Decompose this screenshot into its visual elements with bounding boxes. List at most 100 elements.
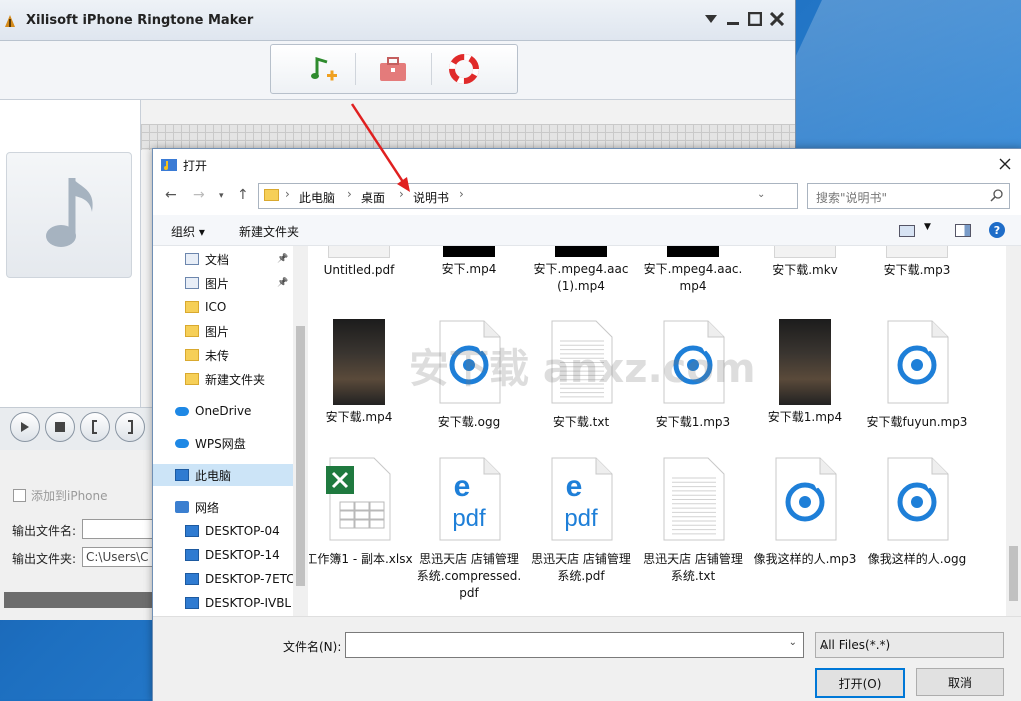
file-name: 安下载.mp3 bbox=[883, 263, 951, 277]
set-start-button[interactable] bbox=[80, 412, 110, 442]
nav-item[interactable]: OneDrive bbox=[153, 400, 293, 422]
help-button[interactable] bbox=[444, 51, 484, 87]
pin-icon[interactable]: 📌 bbox=[277, 278, 288, 288]
svg-text:pdf: pdf bbox=[452, 505, 486, 532]
file-item[interactable]: 安下载.mp4 bbox=[309, 319, 414, 426]
folder-icon bbox=[185, 301, 199, 313]
nav-item[interactable]: 未传 bbox=[153, 344, 293, 366]
nav-item-label: DESKTOP-IVBL bbox=[205, 596, 292, 610]
breadcrumb-item[interactable]: 说明书 bbox=[413, 189, 449, 206]
file-item[interactable]: 安下.mpeg4.aac.mp4 bbox=[638, 246, 748, 295]
nav-item[interactable]: 新建文件夹 bbox=[153, 368, 293, 390]
nav-item[interactable]: WPS网盘 bbox=[153, 432, 293, 454]
play-button[interactable] bbox=[10, 412, 40, 442]
nav-item-label: DESKTOP-04 bbox=[205, 524, 280, 538]
file-item[interactable]: e pdf 思迅天店 店铺管理系统.pdf bbox=[526, 456, 636, 585]
nav-item-label: WPS网盘 bbox=[195, 436, 246, 451]
nav-item[interactable]: DESKTOP-IVBL bbox=[153, 592, 293, 614]
file-thumbnail-icon bbox=[750, 246, 860, 258]
recent-locations-icon[interactable]: ▾ bbox=[219, 191, 224, 201]
file-item[interactable]: 像我这样的人.ogg bbox=[862, 456, 972, 568]
document-icon bbox=[185, 253, 199, 265]
search-box[interactable]: 搜索"说明书" bbox=[807, 183, 1010, 209]
nav-item-label: 网络 bbox=[195, 500, 220, 515]
file-thumbnail-icon bbox=[526, 319, 636, 410]
file-item[interactable]: 安下.mp4 bbox=[414, 246, 524, 278]
conversion-progress-bar bbox=[4, 592, 152, 608]
file-type-select[interactable]: All Files(*.*) ⌄ bbox=[815, 632, 1004, 658]
add-to-iphone-checkbox[interactable] bbox=[13, 489, 26, 502]
nav-item[interactable]: 图片 bbox=[153, 320, 293, 342]
nav-item[interactable]: 图片 📌 bbox=[153, 272, 293, 294]
output-folder-input[interactable]: C:\Users\C bbox=[82, 547, 154, 567]
cloud-icon bbox=[175, 438, 189, 448]
file-item[interactable]: 安下载.ogg bbox=[414, 319, 524, 431]
file-item[interactable]: 安下载.txt bbox=[526, 319, 636, 431]
up-arrow-icon[interactable]: ↑ bbox=[237, 187, 249, 203]
nav-item[interactable]: DESKTOP-04 bbox=[153, 520, 293, 542]
file-item[interactable]: 安下载1.mp3 bbox=[638, 319, 748, 431]
file-thumbnail-icon bbox=[414, 319, 524, 410]
dialog-app-icon bbox=[161, 159, 177, 171]
organize-button[interactable]: 组织 ▾ bbox=[171, 223, 205, 240]
back-arrow-icon[interactable]: ← bbox=[165, 187, 177, 203]
navigation-scrollbar[interactable] bbox=[293, 246, 308, 616]
pin-icon[interactable]: 📌 bbox=[277, 254, 288, 264]
dialog-close-button[interactable] bbox=[994, 153, 1016, 175]
address-dropdown-icon[interactable]: ⌄ bbox=[757, 189, 765, 200]
nav-item[interactable]: 文档 📌 bbox=[153, 248, 293, 270]
file-item[interactable]: 安下载fuyun.mp3 bbox=[862, 319, 972, 431]
add-file-button[interactable] bbox=[303, 51, 343, 87]
file-item[interactable]: 思迅天店 店铺管理系统.txt bbox=[638, 456, 748, 585]
address-bar[interactable]: › 此电脑 › 桌面 › 说明书 › ⌄ ↻ bbox=[258, 183, 896, 209]
view-dropdown-icon[interactable]: ▼ bbox=[924, 222, 931, 232]
file-item[interactable]: 安下载.mp3 bbox=[862, 246, 972, 279]
stop-button[interactable] bbox=[45, 412, 75, 442]
minimize-button[interactable] bbox=[722, 8, 744, 30]
file-item[interactable]: 工作簿1 - 副本.xlsx bbox=[309, 456, 414, 568]
dialog-titlebar[interactable]: 打开 bbox=[153, 149, 1021, 179]
file-item[interactable]: 安下载.mkv bbox=[750, 246, 860, 279]
file-item[interactable]: 像我这样的人.mp3 bbox=[750, 456, 860, 568]
close-button[interactable] bbox=[766, 8, 788, 30]
set-end-button[interactable] bbox=[115, 412, 145, 442]
dialog-title: 打开 bbox=[183, 159, 208, 173]
open-button[interactable]: 打开(O) bbox=[815, 668, 905, 698]
nav-item[interactable]: DESKTOP-7ETC bbox=[153, 568, 295, 590]
nav-item-label: 未传 bbox=[205, 348, 230, 363]
file-item[interactable]: 安下.mpeg4.aac(1).mp4 bbox=[526, 246, 636, 295]
file-item[interactable]: e pdf 思迅天店 店铺管理系统.compressed.pdf bbox=[414, 456, 524, 602]
file-thumbnail-icon bbox=[750, 456, 860, 547]
breadcrumb-item[interactable]: 桌面 bbox=[361, 189, 385, 206]
toolbox-button[interactable] bbox=[373, 51, 413, 87]
preview-pane-icon[interactable] bbox=[955, 224, 971, 237]
help-icon[interactable]: ? bbox=[989, 222, 1005, 238]
breadcrumb-item[interactable]: 此电脑 bbox=[299, 189, 335, 206]
output-name-input[interactable] bbox=[82, 519, 154, 539]
svg-text:e: e bbox=[566, 470, 583, 503]
new-folder-button[interactable]: 新建文件夹 bbox=[239, 223, 299, 240]
file-item[interactable]: Untitled.pdf bbox=[309, 246, 414, 279]
forward-arrow-icon[interactable]: → bbox=[193, 187, 205, 203]
file-thumbnail-icon: e pdf bbox=[414, 456, 524, 547]
dialog-footer: 文件名(N): ⌄ All Files(*.*) ⌄ 打开(O) 取消 bbox=[153, 616, 1021, 701]
maximize-button[interactable] bbox=[744, 8, 766, 30]
file-name: 安下载.mkv bbox=[772, 263, 838, 277]
nav-item[interactable]: 此电脑 bbox=[153, 464, 293, 486]
nav-item[interactable]: DESKTOP-14 bbox=[153, 544, 293, 566]
file-item[interactable]: 安下载1.mp4 bbox=[750, 319, 860, 426]
nav-item-label: DESKTOP-7ETC bbox=[205, 572, 295, 586]
app-titlebar[interactable]: Xilisoft iPhone Ringtone Maker bbox=[0, 0, 795, 41]
nav-item[interactable]: 网络 bbox=[153, 496, 293, 518]
file-name: 安下载.mp4 bbox=[325, 410, 393, 424]
cancel-button[interactable]: 取消 bbox=[916, 668, 1004, 696]
view-options-icon[interactable] bbox=[899, 225, 915, 237]
navigation-pane: 文档 📌 图片 📌 ICO 图片未传新建文件夹 OneDrive WPS网盘此电脑网络 DESK… bbox=[153, 246, 307, 616]
filename-input[interactable]: ⌄ bbox=[345, 632, 804, 658]
file-list-scrollbar[interactable] bbox=[1006, 246, 1021, 616]
folder-icon bbox=[185, 325, 199, 337]
dropdown-icon[interactable] bbox=[700, 8, 722, 30]
nav-item[interactable]: ICO bbox=[153, 296, 293, 318]
toolbox-icon bbox=[380, 57, 406, 81]
network-icon bbox=[175, 501, 189, 513]
